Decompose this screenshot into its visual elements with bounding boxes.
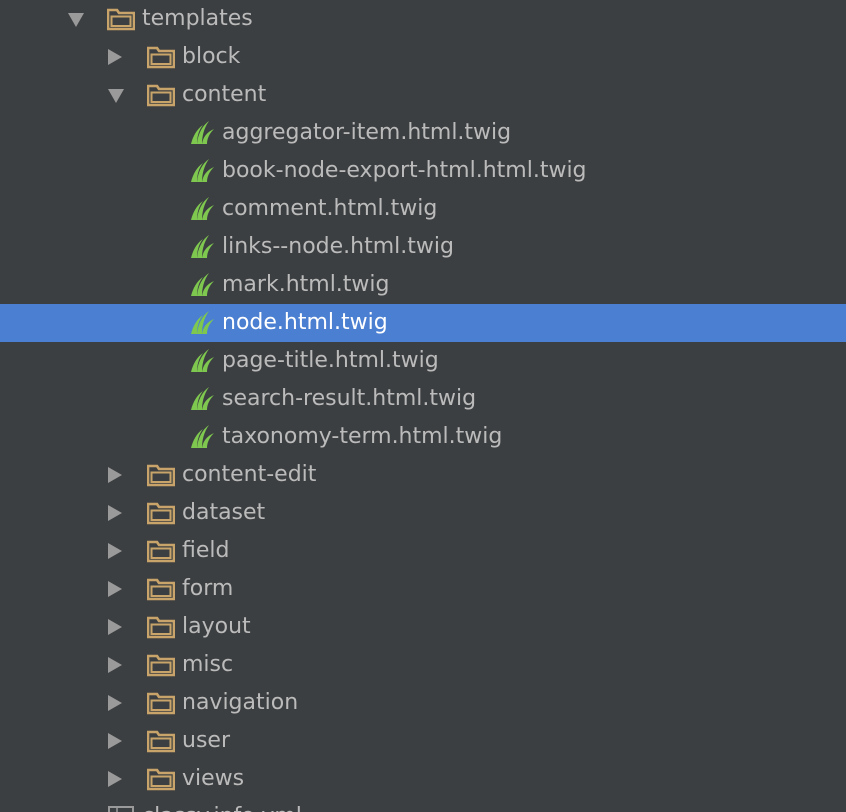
table-file-icon — [107, 805, 135, 812]
folder-row[interactable]: templates — [0, 0, 846, 38]
twig-file-icon — [188, 347, 216, 372]
folder-row[interactable]: block — [0, 38, 846, 76]
tree-item-label: block — [182, 44, 241, 69]
tree-item-label: taxonomy-term.html.twig — [222, 424, 503, 449]
chevron-right-icon[interactable] — [108, 581, 122, 597]
folder-icon — [146, 615, 176, 639]
file-row[interactable]: page-title.html.twig — [0, 342, 846, 380]
tree-item-label: search-result.html.twig — [222, 386, 477, 411]
twig-file-icon — [188, 195, 216, 220]
tree-item-label: views — [182, 766, 245, 791]
twig-file-icon — [188, 385, 216, 410]
tree-item-label: templates — [142, 6, 253, 31]
chevron-right-icon[interactable] — [108, 619, 122, 635]
chevron-right-icon[interactable] — [108, 733, 122, 749]
tree-item-label: user — [182, 728, 230, 753]
tree-item-label: content-edit — [182, 462, 317, 487]
file-row[interactable]: classy.info.yml — [0, 798, 846, 812]
tree-item-label: form — [182, 576, 234, 601]
twig-file-icon — [188, 423, 216, 448]
tree-item-label: misc — [182, 652, 234, 677]
twig-file-icon — [188, 157, 216, 182]
folder-row[interactable]: content-edit — [0, 456, 846, 494]
folder-row[interactable]: views — [0, 760, 846, 798]
chevron-right-icon[interactable] — [108, 771, 122, 787]
chevron-down-icon[interactable] — [68, 13, 84, 27]
chevron-down-icon[interactable] — [108, 89, 124, 103]
tree-item-label: layout — [182, 614, 251, 639]
folder-row[interactable]: dataset — [0, 494, 846, 532]
twig-file-icon — [188, 233, 216, 258]
chevron-right-icon[interactable] — [108, 467, 122, 483]
tree-item-label: links--node.html.twig — [222, 234, 454, 259]
tree-item-label: field — [182, 538, 230, 563]
tree-item-label: classy.info.yml — [142, 803, 302, 812]
folder-row[interactable]: content — [0, 76, 846, 114]
file-row[interactable]: node.html.twig — [0, 304, 846, 342]
folder-icon — [146, 577, 176, 601]
file-row[interactable]: aggregator-item.html.twig — [0, 114, 846, 152]
tree-item-label: book-node-export-html.html.twig — [222, 158, 587, 183]
folder-icon — [146, 767, 176, 791]
chevron-right-icon[interactable] — [108, 49, 122, 65]
twig-file-icon — [188, 309, 216, 334]
file-row[interactable]: taxonomy-term.html.twig — [0, 418, 846, 456]
tree-item-label: page-title.html.twig — [222, 348, 439, 373]
folder-icon — [146, 501, 176, 525]
tree-item-label: aggregator-item.html.twig — [222, 120, 512, 145]
folder-row[interactable]: field — [0, 532, 846, 570]
file-row[interactable]: comment.html.twig — [0, 190, 846, 228]
file-row[interactable]: mark.html.twig — [0, 266, 846, 304]
folder-row[interactable]: layout — [0, 608, 846, 646]
tree-item-label: dataset — [182, 500, 266, 525]
folder-icon — [146, 83, 176, 107]
project-tree: templates block content aggregator-item.htm… — [0, 0, 846, 812]
tree-item-label: comment.html.twig — [222, 196, 438, 221]
folder-icon — [146, 653, 176, 677]
twig-file-icon — [188, 119, 216, 144]
folder-row[interactable]: user — [0, 722, 846, 760]
tree-item-label: content — [182, 82, 267, 107]
chevron-right-icon[interactable] — [108, 505, 122, 521]
tree-item-label: navigation — [182, 690, 299, 715]
folder-row[interactable]: misc — [0, 646, 846, 684]
folder-icon — [146, 539, 176, 563]
file-row[interactable]: book-node-export-html.html.twig — [0, 152, 846, 190]
chevron-right-icon[interactable] — [108, 543, 122, 559]
folder-icon — [146, 463, 176, 487]
folder-row[interactable]: form — [0, 570, 846, 608]
folder-icon — [146, 691, 176, 715]
tree-item-label: mark.html.twig — [222, 272, 390, 297]
twig-file-icon — [188, 271, 216, 296]
folder-icon — [106, 7, 136, 31]
folder-icon — [146, 45, 176, 69]
chevron-right-icon[interactable] — [108, 657, 122, 673]
chevron-right-icon[interactable] — [108, 695, 122, 711]
file-row[interactable]: search-result.html.twig — [0, 380, 846, 418]
file-row[interactable]: links--node.html.twig — [0, 228, 846, 266]
folder-icon — [146, 729, 176, 753]
folder-row[interactable]: navigation — [0, 684, 846, 722]
tree-item-label: node.html.twig — [222, 310, 388, 335]
